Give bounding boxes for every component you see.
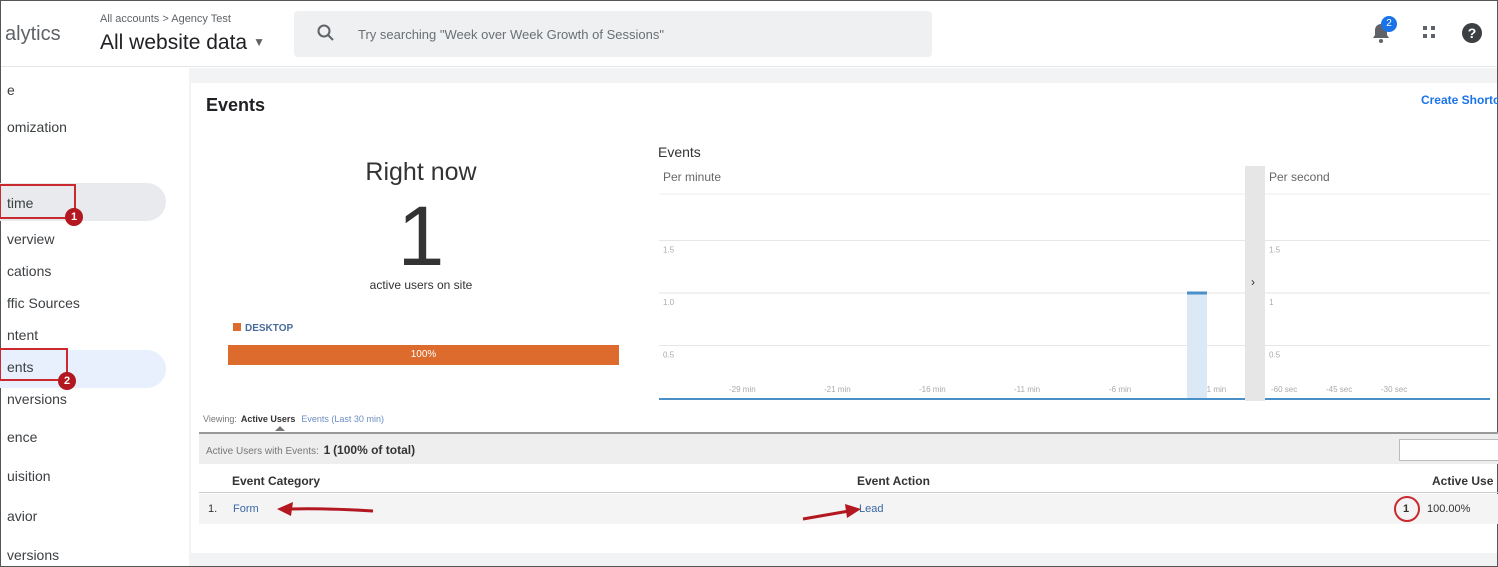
chart-title: Events xyxy=(658,144,701,160)
x-tick-label: -16 min xyxy=(919,385,946,394)
sidebar-item-conversions[interactable]: nversions xyxy=(7,391,67,407)
sidebar-item-content[interactable]: ntent xyxy=(7,327,38,343)
right-now-label: Right now xyxy=(365,158,477,186)
x-tick-label: -30 sec xyxy=(1381,385,1407,394)
y-tick-label: 0.5 xyxy=(1269,351,1281,360)
x-tick-label: -1 min xyxy=(1204,385,1226,394)
y-tick-label: 1.5 xyxy=(663,246,675,255)
active-users-value: 1 xyxy=(1403,503,1410,515)
top-header: alytics All accounts > Agency Test All w… xyxy=(1,1,1497,67)
svg-text:?: ? xyxy=(1468,25,1477,41)
breadcrumb[interactable]: All accounts > Agency Test xyxy=(100,13,231,25)
chart-panel-divider xyxy=(1245,166,1265,401)
device-legend: DESKTOP xyxy=(233,323,293,334)
annotation-marker-1: 1 xyxy=(65,208,83,226)
desktop-swatch xyxy=(233,323,241,331)
view-selector[interactable]: All website data ▼ xyxy=(100,31,265,55)
event-category-link[interactable]: Form xyxy=(233,503,259,515)
x-tick-label: -11 min xyxy=(1014,385,1040,394)
sidebar-item-locations[interactable]: cations xyxy=(7,263,51,279)
summary-text: Active Users with Events: 1 (100% of tot… xyxy=(206,443,415,457)
sidebar-item-audience[interactable]: ence xyxy=(7,429,37,445)
notification-badge: 2 xyxy=(1381,16,1397,32)
device-bar: 100% xyxy=(228,345,619,365)
annotation-arrow-category xyxy=(277,502,374,516)
chart-bar xyxy=(1187,293,1207,398)
y-tick-label: 1.5 xyxy=(1269,246,1281,255)
column-active-users[interactable]: Active Use xyxy=(1432,474,1493,488)
tab-active-users[interactable]: Active Users xyxy=(241,414,296,424)
tab-events-last-30-min[interactable]: Events (Last 30 min) xyxy=(301,414,384,424)
sidebar: e omization time verview cations ffic So… xyxy=(0,68,189,566)
chart-subtitle: Per minute xyxy=(663,170,721,184)
sidebar-item-acquisition[interactable]: uisition xyxy=(7,468,51,484)
annotation-arrow-action xyxy=(802,504,861,521)
active-tab-pointer xyxy=(275,426,285,431)
sidebar-item-overview[interactable]: verview xyxy=(7,231,54,247)
x-tick-label: -29 min xyxy=(729,385,756,394)
summary-label: Active Users with Events: xyxy=(206,446,319,457)
sidebar-item-conversions-main[interactable]: versions xyxy=(7,547,59,563)
y-tick-label: 0.5 xyxy=(663,351,675,360)
x-tick-label: -21 min xyxy=(824,385,851,394)
column-event-category[interactable]: Event Category xyxy=(232,474,320,488)
sidebar-item-customization[interactable]: omization xyxy=(7,119,67,135)
help-icon[interactable]: ? xyxy=(1460,21,1484,45)
create-shortcut-link[interactable]: Create Shortcu xyxy=(1421,93,1498,107)
chevron-right-icon[interactable]: › xyxy=(1251,275,1255,289)
device-bar-fill: 100% xyxy=(228,345,619,365)
caret-down-icon: ▼ xyxy=(253,35,265,49)
annotation-box-events xyxy=(0,348,68,381)
main-content: Events Create Shortcu Right now 1 active… xyxy=(189,68,1498,566)
events-chart: › Per minute 1.5 1.0 0.5 -29 min -21 min -16 mi… xyxy=(659,166,1490,401)
table-filter-input[interactable] xyxy=(1399,439,1498,461)
apps-grid-icon[interactable] xyxy=(1418,21,1442,45)
column-event-action[interactable]: Event Action xyxy=(857,474,930,488)
x-tick-label: -60 sec xyxy=(1271,385,1297,394)
view-name: All website data xyxy=(100,31,248,54)
search-icon xyxy=(317,24,334,41)
row-index: 1. xyxy=(208,503,218,515)
x-tick-label: -6 min xyxy=(1109,385,1131,394)
search-input[interactable] xyxy=(358,23,918,45)
table-header: Event Category Event Action Active Use xyxy=(199,467,1498,493)
y-tick-label: 1 xyxy=(1269,298,1274,307)
y-tick-label: 1.0 xyxy=(663,298,675,307)
search-bar[interactable] xyxy=(294,11,932,57)
active-users-label: active users on site xyxy=(369,278,473,292)
viewing-label: Viewing: xyxy=(203,414,237,424)
active-users-count: 1 xyxy=(397,189,445,283)
summary-percent: (100% of total) xyxy=(333,443,416,457)
chart-subtitle: Per second xyxy=(1269,170,1330,184)
x-tick-label: -45 sec xyxy=(1326,385,1352,394)
page-title: Events xyxy=(206,95,266,115)
device-legend-label: DESKTOP xyxy=(245,323,294,334)
viewing-tabs: Viewing: Active Users Events (Last 30 min) xyxy=(203,414,384,424)
app-name: alytics xyxy=(5,23,61,45)
active-users-percent: 100.00% xyxy=(1427,503,1471,515)
sidebar-item-behavior[interactable]: avior xyxy=(7,508,37,524)
annotation-marker-2: 2 xyxy=(58,372,76,390)
events-card: Events Create Shortcu Right now 1 active… xyxy=(191,83,1498,553)
sidebar-item-traffic-sources[interactable]: ffic Sources xyxy=(7,295,80,311)
sidebar-item-home[interactable]: e xyxy=(7,82,15,98)
summary-bar: Active Users with Events: 1 (100% of tot… xyxy=(199,432,1498,464)
summary-value: 1 xyxy=(323,443,331,457)
